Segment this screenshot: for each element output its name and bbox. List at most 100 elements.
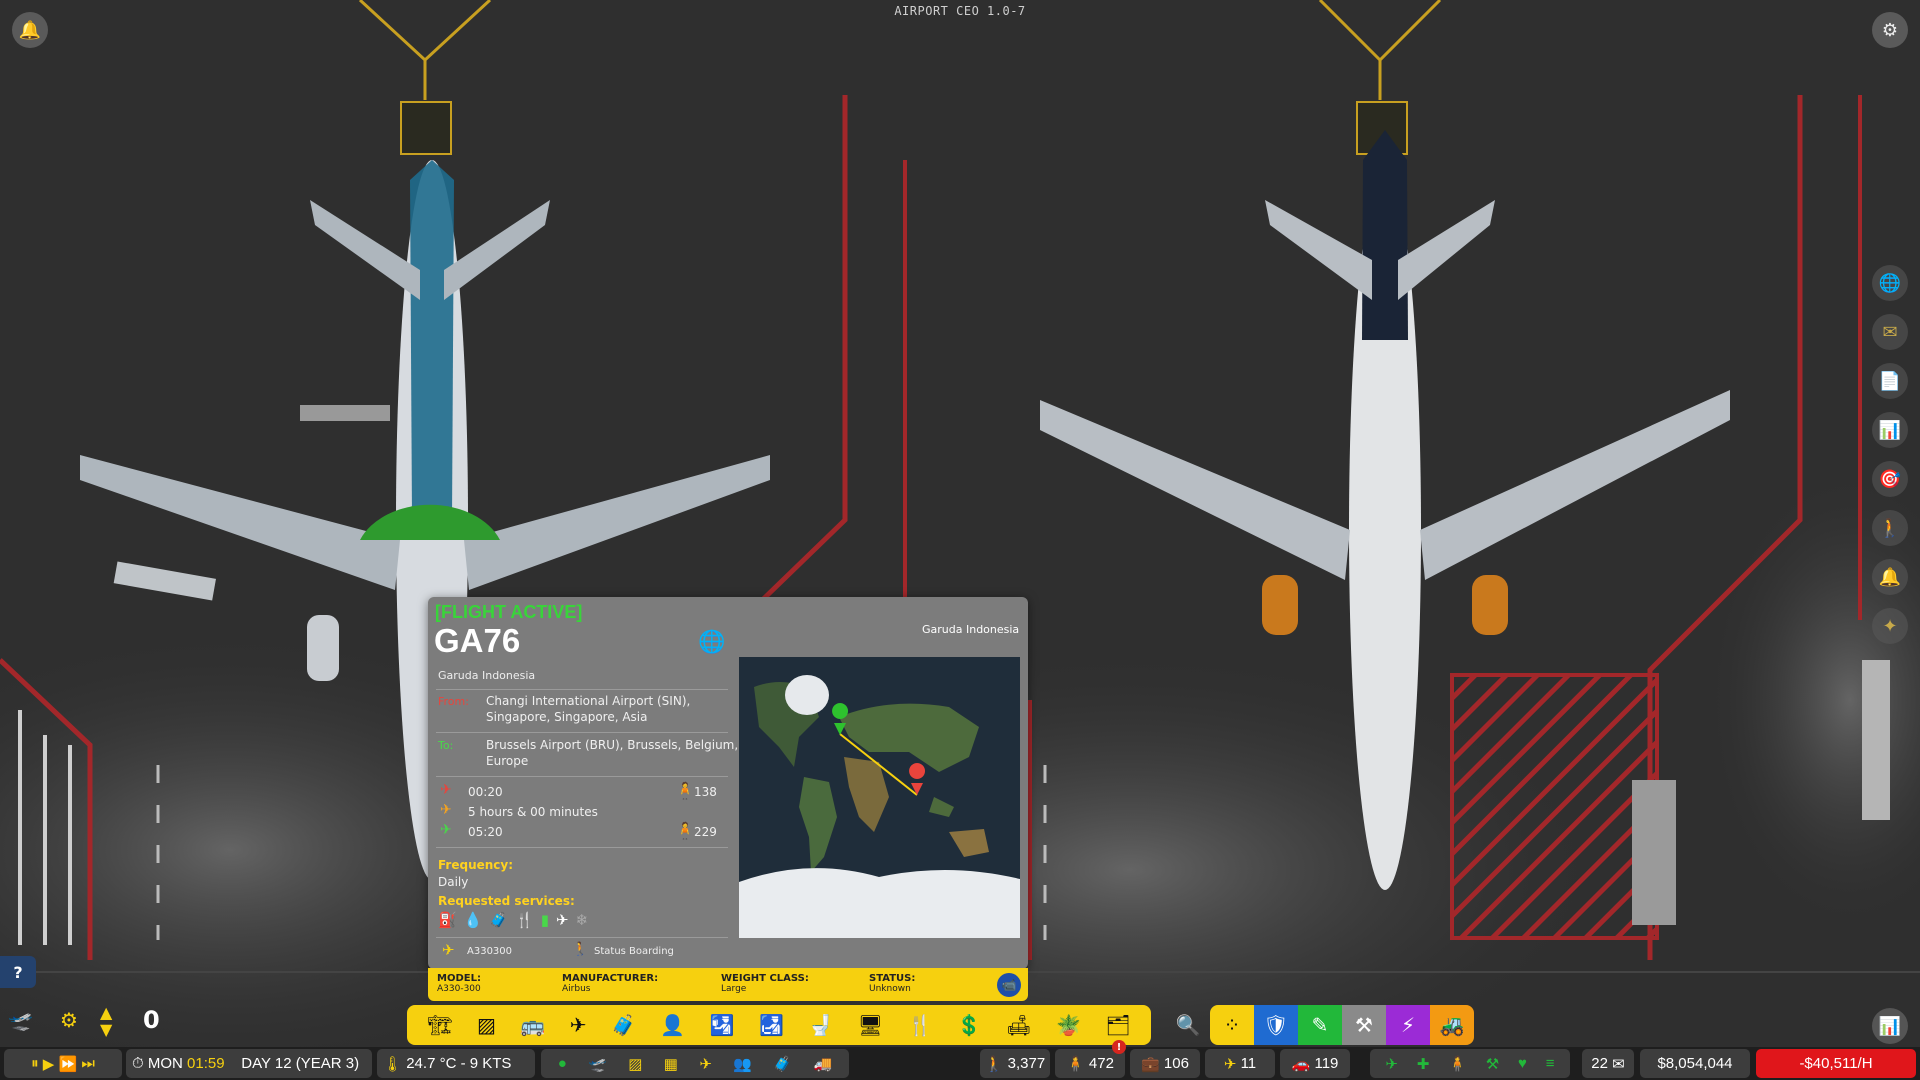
world-map-button[interactable]: 🌐 <box>1872 265 1908 301</box>
manufacturer-value: Airbus <box>562 984 591 994</box>
vehicle-icon: 🚗 <box>1291 1055 1311 1073</box>
shield-icon: 🛡 <box>1263 1013 1289 1037</box>
grid-overlay-button[interactable]: ⁘ <box>1210 1005 1254 1045</box>
settings-tab-button[interactable]: ⚙ <box>60 1008 78 1032</box>
person-icon: 🚶 <box>1878 517 1902 539</box>
overview-button[interactable]: 📊 <box>1872 1008 1908 1044</box>
bell-icon: 🔔 <box>18 19 42 41</box>
zones-icon[interactable]: ▨ <box>628 1055 642 1073</box>
search-button[interactable]: 🔍 <box>1166 1005 1210 1045</box>
planning-icon: ✎ <box>1311 1013 1329 1037</box>
statistics-button[interactable]: 📊 <box>1872 412 1908 448</box>
world-map-toggle[interactable]: 🌐 <box>698 630 725 655</box>
rating-indicators[interactable]: ✈ ✚ 🧍 ⚒ ♥ ≡ <box>1370 1049 1570 1078</box>
weight-class-label: WEIGHT CLASS: <box>721 973 809 984</box>
mail-count[interactable]: 22 ✉ <box>1582 1049 1634 1078</box>
game-speed-controls[interactable]: ⏸ ▶ ⏩ ⏭ <box>4 1049 122 1078</box>
rooms-icon[interactable]: ▦ <box>664 1055 678 1073</box>
security-overlay-button[interactable]: 🛡 <box>1254 1005 1298 1045</box>
bus-icon[interactable]: 🚌 <box>520 1013 545 1037</box>
baggage-toggle-icon[interactable]: 🧳 <box>773 1055 792 1073</box>
planning-overlay-button[interactable]: ✎ <box>1298 1005 1342 1045</box>
alerts-button[interactable]: 🔔 <box>1872 559 1908 595</box>
aircraft-type: A330300 <box>467 946 513 957</box>
flight-plan-icon[interactable]: 🛫 <box>588 1055 607 1073</box>
catering-icon: 🍴 <box>515 911 541 929</box>
follow-camera-button[interactable]: 📹 <box>997 973 1021 997</box>
fuel-icon: ⛽ <box>438 911 464 929</box>
fast-forward-icon[interactable]: ⏩ <box>59 1055 78 1073</box>
aircraft-icon: ✈ <box>442 941 455 959</box>
baggage-icon[interactable]: 🧳 <box>611 1013 636 1037</box>
aircraft-status-label: STATUS: <box>869 973 916 984</box>
globe-icon: 🌐 <box>698 630 726 655</box>
alert-badge[interactable]: ! <box>1112 1040 1126 1054</box>
contracts-button[interactable]: 📄 <box>1872 363 1908 399</box>
overlay-toggles: ● 🛫 ▨ ▦ ✈ 👥 🧳 🚚 <box>541 1049 849 1078</box>
zoning-icon[interactable]: ▨ <box>477 1013 496 1037</box>
vehicle-value: 119 <box>1314 1055 1339 1072</box>
from-label: From: <box>438 695 469 708</box>
floor-switcher[interactable]: ▲ ▼ <box>100 1004 112 1038</box>
divider <box>436 776 728 777</box>
pause-icon[interactable]: ⏸ <box>31 1055 39 1072</box>
objectives-button[interactable]: 🎯 <box>1872 461 1908 497</box>
security-icon[interactable]: 🛂 <box>710 1013 735 1037</box>
staff-button[interactable]: 🚶 <box>1872 510 1908 546</box>
services-label: Requested services: <box>438 894 575 908</box>
passenger-icon: 🚶 <box>984 1055 1004 1073</box>
pushback-icon: ✈ <box>556 911 576 929</box>
deicing-icon: ❄ <box>575 911 596 929</box>
aircraft-info-bar: MODEL: A330-300 MANUFACTURER: Airbus WEI… <box>428 968 1028 1001</box>
play-icon[interactable]: ▶ <box>43 1055 55 1073</box>
mail-button[interactable]: ✉ <box>1872 314 1908 350</box>
demolish-button[interactable]: ⚒ <box>1342 1005 1386 1045</box>
notification-button[interactable]: 🔔 <box>12 12 48 48</box>
money-icon[interactable]: 💲 <box>957 1013 982 1037</box>
vehicles-toggle-icon[interactable]: 🚚 <box>814 1055 833 1073</box>
gear-icon: ⚙ <box>1881 19 1899 41</box>
structure-icon[interactable]: 🏗 <box>427 1013 452 1037</box>
airside-toggle-icon[interactable]: ✈ <box>699 1055 712 1073</box>
balance-display[interactable]: $8,054,044 <box>1640 1049 1750 1078</box>
seating-icon[interactable]: 🛋 <box>1006 1013 1031 1037</box>
app-title: AIRPORT CEO 1.0-7 <box>894 4 1026 18</box>
help-button[interactable]: ? <box>0 956 36 988</box>
divider <box>436 689 728 690</box>
current-time: 01:59 <box>187 1055 225 1072</box>
income-display[interactable]: -$40,511/H <box>1756 1049 1916 1078</box>
check-in-icon[interactable]: 🛃 <box>759 1013 784 1037</box>
model-label: MODEL: <box>437 973 481 984</box>
settings-button[interactable]: ⚙ <box>1872 12 1908 48</box>
search-icon: 🔍 <box>1175 1013 1201 1037</box>
fastest-icon[interactable]: ⏭ <box>81 1055 95 1072</box>
flights-tab-button[interactable]: 🛫 <box>8 1008 33 1032</box>
utilities-overlay-button[interactable]: ⚡ <box>1386 1005 1430 1045</box>
from-airport: Changi International Airport (SIN), Sing… <box>486 693 690 725</box>
rating-heart-icon: ♥ <box>1518 1055 1527 1072</box>
status-dot-icon[interactable]: ● <box>558 1055 567 1072</box>
passengers-departing: 138 <box>694 785 717 799</box>
food-icon[interactable]: 🍴 <box>907 1013 932 1037</box>
passenger-value: 3,377 <box>1007 1055 1046 1072</box>
from-line1: Changi International Airport (SIN), <box>486 694 691 708</box>
desk-icon[interactable]: 🖥 <box>858 1013 883 1037</box>
passenger-in-icon: 🧍 <box>675 821 695 840</box>
staff-icon[interactable]: 👤 <box>660 1013 685 1037</box>
bulldozer-button[interactable]: 🚜 <box>1430 1005 1474 1045</box>
envelope-icon: ✉ <box>1882 321 1898 343</box>
airside-icon[interactable]: ✈ <box>570 1013 587 1037</box>
frequency-label: Frequency: <box>438 858 514 872</box>
rating-staff-icon: 🧍 <box>1448 1055 1467 1073</box>
toilet-icon[interactable]: 🚽 <box>808 1013 833 1037</box>
route-map[interactable] <box>739 657 1020 938</box>
clock-icon: ⏱ <box>132 1055 144 1072</box>
thermometer-icon: 🌡 <box>383 1055 403 1073</box>
staff-toggle-icon[interactable]: 👥 <box>733 1055 752 1073</box>
decoration-icon[interactable]: 🪴 <box>1056 1013 1081 1037</box>
chevron-down-icon: ▼ <box>100 1020 113 1039</box>
layers-icon[interactable]: 🗂 <box>1105 1013 1130 1037</box>
to-line1: Brussels Airport (BRU), Brussels, Belgiu… <box>486 738 739 752</box>
arrival-icon: ✈ <box>440 822 452 838</box>
research-button[interactable]: ✦ <box>1872 608 1908 644</box>
